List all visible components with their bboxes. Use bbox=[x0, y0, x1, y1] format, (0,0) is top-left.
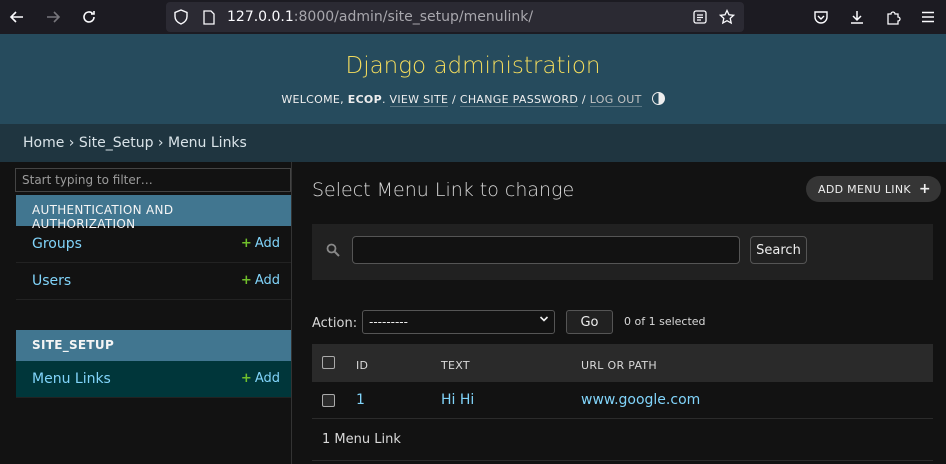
add-label: Add bbox=[254, 236, 280, 251]
column-header-text[interactable]: TEXT bbox=[441, 359, 470, 372]
menu-icon[interactable] bbox=[917, 6, 939, 28]
site-brand[interactable]: Django administration bbox=[0, 53, 946, 79]
add-groups-link[interactable]: + Add bbox=[241, 236, 280, 251]
row-id-link[interactable]: 1 bbox=[356, 392, 365, 408]
url-bar[interactable]: 127.0.0.1:8000/admin/site_setup/menulink… bbox=[166, 2, 744, 32]
add-label: Add bbox=[254, 273, 280, 288]
select-all-checkbox[interactable] bbox=[322, 356, 335, 369]
search-icon bbox=[326, 243, 340, 261]
admin-header bbox=[0, 34, 946, 124]
change-password-link[interactable]: CHANGE PASSWORD bbox=[459, 93, 579, 107]
sidebar-item-label[interactable]: Groups bbox=[32, 236, 82, 252]
app-caption-site-setup[interactable]: SITE_SETUP bbox=[16, 330, 291, 361]
add-label: Add bbox=[254, 371, 280, 386]
url-text: 127.0.0.1:8000/admin/site_setup/menulink… bbox=[227, 9, 533, 25]
sidebar-item-groups: Groups + Add bbox=[16, 226, 291, 263]
breadcrumb: Home › Site_Setup › Menu Links bbox=[0, 124, 946, 162]
page-title: Select Menu Link to change bbox=[312, 179, 575, 201]
url-host: 127.0.0.1 bbox=[227, 9, 294, 25]
go-button[interactable]: Go bbox=[566, 310, 613, 334]
add-button-label: ADD MENU LINK bbox=[818, 182, 911, 196]
breadcrumb-separator: › bbox=[153, 135, 168, 151]
table-row: 1 Hi Hi www.google.com bbox=[312, 382, 933, 419]
search-button[interactable]: Search bbox=[750, 236, 807, 264]
breadcrumb-separator: › bbox=[64, 135, 79, 151]
action-select[interactable]: --------- bbox=[362, 310, 555, 334]
browser-toolbar: 127.0.0.1:8000/admin/site_setup/menulink… bbox=[0, 0, 946, 34]
theme-toggle-icon[interactable] bbox=[651, 92, 665, 105]
user-tools: WELCOME, ECOP. VIEW SITE / CHANGE PASSWO… bbox=[0, 92, 946, 107]
plus-icon: + bbox=[240, 371, 252, 386]
plus-icon: + bbox=[240, 236, 252, 251]
sidebar-item-label[interactable]: Menu Links bbox=[32, 371, 111, 387]
chevron-down-icon bbox=[539, 314, 549, 327]
pocket-icon[interactable] bbox=[810, 6, 832, 28]
result-list: ID TEXT URL OR PATH 1 Hi Hi www.google.c… bbox=[312, 344, 933, 419]
sidebar-item-menu-links: Menu Links + Add bbox=[16, 361, 291, 398]
plus-icon: + bbox=[240, 273, 252, 288]
breadcrumb-app[interactable]: Site_Setup bbox=[79, 135, 154, 151]
reload-icon[interactable] bbox=[78, 6, 100, 28]
paginator: 1 Menu Link bbox=[322, 432, 401, 447]
view-site-link[interactable]: VIEW SITE bbox=[389, 93, 449, 107]
add-users-link[interactable]: + Add bbox=[241, 273, 280, 288]
app-caption-auth[interactable]: AUTHENTICATION AND AUTHORIZATION bbox=[16, 195, 291, 231]
nav-sidebar: Start typing to filter… AUTHENTICATION A… bbox=[0, 162, 292, 464]
search-toolbar: Search bbox=[312, 224, 933, 280]
forward-arrow-icon[interactable] bbox=[42, 6, 64, 28]
reader-view-icon[interactable] bbox=[692, 9, 708, 25]
welcome-text: WELCOME, bbox=[281, 93, 348, 106]
table-header: ID TEXT URL OR PATH bbox=[312, 344, 933, 382]
separator: / bbox=[448, 93, 460, 106]
url-path: :8000/admin/site_setup/menulink/ bbox=[293, 9, 534, 25]
row-checkbox[interactable] bbox=[322, 394, 335, 407]
main-content: Select Menu Link to change ADD MENU LINK… bbox=[292, 162, 946, 464]
separator: / bbox=[578, 93, 590, 106]
log-out-link[interactable]: LOG OUT bbox=[589, 93, 642, 107]
sidebar-item-label[interactable]: Users bbox=[32, 273, 71, 289]
page-icon bbox=[201, 9, 217, 25]
username: ECOP bbox=[347, 93, 382, 106]
download-icon[interactable] bbox=[846, 6, 868, 28]
breadcrumb-current: Menu Links bbox=[167, 135, 247, 151]
column-header-url[interactable]: URL OR PATH bbox=[581, 359, 657, 372]
action-label: Action: bbox=[312, 316, 358, 331]
plus-icon: + bbox=[918, 181, 931, 197]
row-url: www.google.com bbox=[581, 392, 701, 408]
selected-count: 0 of 1 selected bbox=[624, 315, 706, 328]
action-selected-value: --------- bbox=[369, 315, 408, 329]
add-menu-links-link[interactable]: + Add bbox=[241, 371, 280, 386]
sidebar-item-users: Users + Add bbox=[16, 263, 291, 300]
nav-filter-input[interactable]: Start typing to filter… bbox=[15, 168, 291, 192]
back-arrow-icon[interactable] bbox=[6, 6, 28, 28]
column-header-id[interactable]: ID bbox=[356, 359, 368, 372]
extensions-icon[interactable] bbox=[882, 6, 904, 28]
add-menu-link-button[interactable]: ADD MENU LINK + bbox=[806, 176, 941, 202]
breadcrumb-home[interactable]: Home bbox=[23, 135, 64, 151]
divider bbox=[312, 460, 933, 461]
bookmark-star-icon[interactable] bbox=[719, 9, 735, 25]
search-input[interactable] bbox=[352, 236, 740, 264]
shield-icon[interactable] bbox=[173, 9, 189, 25]
row-text: Hi Hi bbox=[441, 392, 475, 408]
